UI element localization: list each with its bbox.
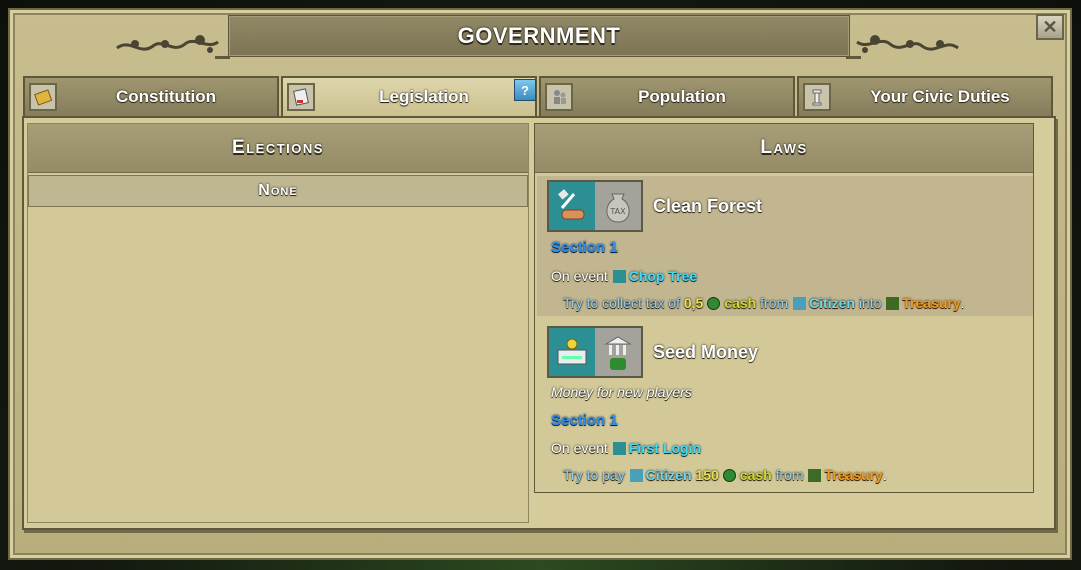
chop-tree-icon — [612, 270, 626, 283]
scroll-icon — [29, 83, 57, 111]
currency-link[interactable]: cash — [724, 295, 756, 311]
laws-panel: Laws TAX Clean Forest Section 1 On event… — [534, 123, 1034, 493]
elections-empty-row: None — [28, 175, 528, 207]
cash-coin-icon — [707, 297, 721, 310]
treasury-link[interactable]: Treasury — [824, 467, 882, 483]
law-action-line: Try to pay Citizen 150 cash from Treasury… — [563, 467, 887, 483]
from-word: from — [760, 295, 789, 311]
law-item[interactable]: Seed Money Money for new players Section… — [537, 326, 1033, 486]
tab-label: Legislation — [379, 87, 469, 106]
law-action-line: Try to collect tax of 0,5 cash from Citiz… — [563, 295, 965, 311]
bank-card-icon — [549, 328, 595, 376]
citizen-icon — [793, 297, 807, 310]
law-section: Section 1 — [551, 412, 618, 429]
elections-header: Elections — [28, 124, 528, 173]
pillar-icon — [803, 83, 831, 111]
treasury-icon — [808, 469, 822, 482]
end-punct: . — [882, 467, 887, 483]
law-name: Seed Money — [653, 342, 759, 362]
citizen-link[interactable]: Citizen — [646, 467, 692, 483]
first-login-icon — [612, 442, 626, 455]
law-name: Clean Forest — [653, 196, 763, 216]
help-button[interactable]: ? — [514, 79, 536, 101]
right-ornament-icon — [856, 35, 959, 53]
law-icons: TAX — [547, 180, 643, 232]
tab-label: Population — [638, 87, 726, 106]
elections-title: Elections — [232, 137, 324, 158]
tab-population[interactable]: Population — [539, 76, 795, 116]
elections-panel: Elections None — [27, 123, 529, 523]
bank-money-icon — [595, 328, 641, 376]
svg-text:TAX: TAX — [609, 207, 626, 216]
action-prefix: Try to collect tax of — [563, 295, 680, 311]
treasury-link[interactable]: Treasury — [902, 295, 960, 311]
laws-header: Laws — [535, 124, 1033, 173]
event-link[interactable]: First Login — [629, 440, 701, 456]
action-prefix: Try to pay — [563, 467, 625, 483]
tax-amount: 0,5 — [683, 295, 704, 311]
event-link[interactable]: Chop Tree — [629, 268, 697, 284]
window-title: GOVERNMENT — [228, 15, 850, 57]
axe-log-icon — [549, 182, 595, 230]
tab-label: Your Civic Duties — [870, 87, 1010, 106]
pay-amount: 150 — [695, 467, 719, 483]
currency-link[interactable]: cash — [740, 467, 772, 483]
laws-title: Laws — [760, 137, 808, 158]
elections-empty-label: None — [258, 182, 298, 199]
people-icon — [545, 83, 573, 111]
tax-bag-icon: TAX — [595, 182, 641, 230]
left-ornament-icon — [116, 35, 219, 53]
from-word: from — [775, 467, 804, 483]
law-trigger-line: On event First Login — [551, 440, 701, 456]
tab-label: Constitution — [115, 87, 217, 106]
close-button[interactable]: ✕ — [1036, 14, 1064, 40]
window-title-text: GOVERNMENT — [457, 23, 621, 48]
end-punct: . — [960, 295, 965, 311]
into-word: into — [858, 295, 882, 311]
law-item[interactable]: TAX Clean Forest Section 1 On event Chop… — [537, 176, 1033, 316]
tab-legislation[interactable]: Legislation — [281, 76, 537, 116]
law-description: Money for new players — [551, 384, 692, 400]
citizen-link[interactable]: Citizen — [809, 295, 855, 311]
tab-your-civic-duties[interactable]: Your Civic Duties — [797, 76, 1053, 116]
help-icon: ? — [521, 82, 529, 98]
treasury-icon — [886, 297, 900, 310]
law-icons — [547, 326, 643, 378]
law-trigger-line: On event Chop Tree — [551, 268, 697, 284]
tab-constitution[interactable]: Constitution — [23, 76, 279, 116]
close-icon: ✕ — [1042, 16, 1058, 37]
event-prefix: On event — [551, 268, 608, 284]
citizen-icon — [629, 469, 643, 482]
cash-coin-icon — [722, 469, 736, 482]
law-section: Section 1 — [551, 239, 618, 256]
event-prefix: On event — [551, 440, 608, 456]
law-document-icon — [287, 83, 315, 111]
